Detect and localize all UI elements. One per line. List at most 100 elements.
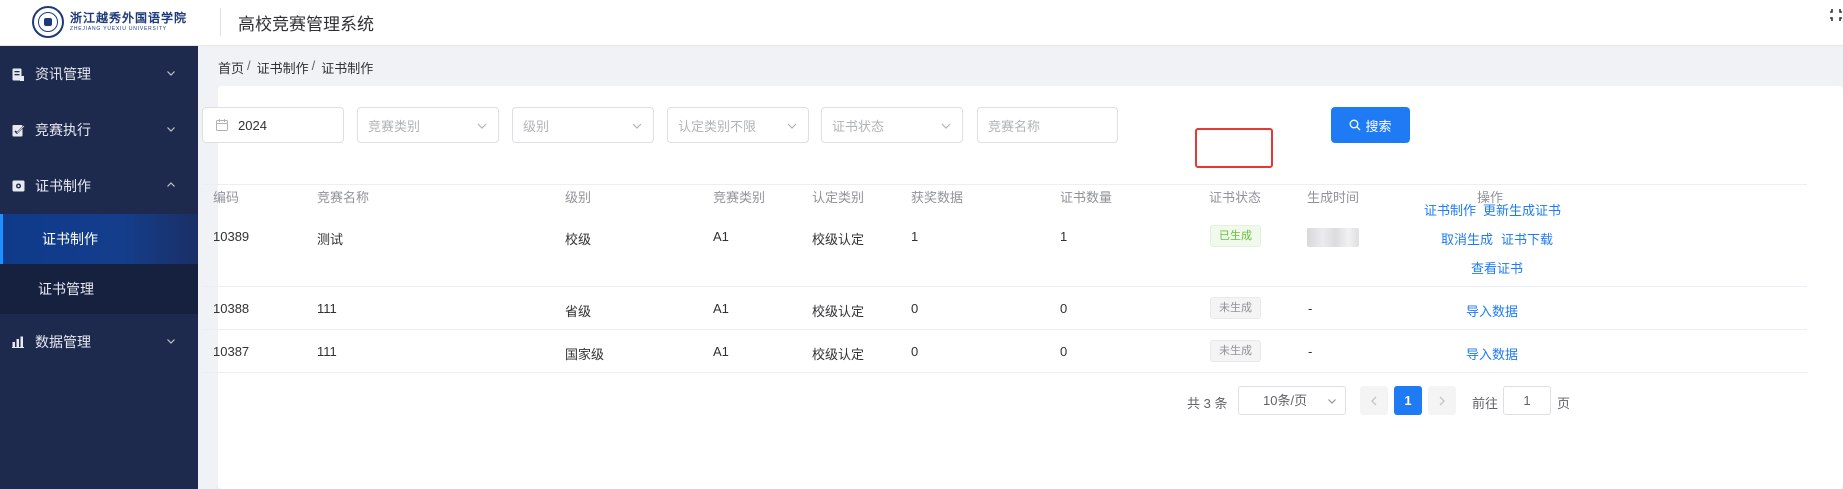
highlight-box [1195,128,1273,168]
cell-cert-count: 1 [1060,229,1068,244]
header-divider [220,8,221,36]
page-size-select[interactable]: 10条/页 [1238,386,1346,415]
goto-suffix: 页 [1557,396,1571,411]
chevron-down-icon [167,127,175,132]
breadcrumb-parent[interactable]: 证书制作 [257,58,309,77]
cell-code: 10389 [213,229,250,244]
logo-name-en: ZHEJIANG YUEXIU UNIVERSITY [70,26,167,32]
sidebar-item-label: 竞赛执行 [35,122,91,138]
cancel-generation-link[interactable]: 取消生成 [1441,229,1493,248]
table-divider [202,286,1807,287]
sidebar-subitem-certificate-manage[interactable]: 证书管理 [0,264,198,314]
sidebar-item-execution[interactable]: 竞赛执行 [0,102,198,158]
import-data-link[interactable]: 导入数据 [1466,344,1518,363]
sidebar-item-label: 证书制作 [35,178,91,194]
next-page-button[interactable] [1428,386,1456,415]
university-logo[interactable]: 浙江越秀外国语学院 ZHEJIANG YUEXIU UNIVERSITY [32,4,187,40]
status-badge: 未生成 [1210,340,1261,362]
page-size-value: 10条/页 [1263,393,1308,408]
sidebar-item-certificate[interactable]: 证书制作 [0,158,198,214]
cell-generated-at: - [1308,301,1313,316]
certificate-icon [11,179,25,193]
make-certificate-link[interactable]: 证书制作 [1424,200,1476,219]
cell-code: 10388 [213,301,250,316]
sidebar-item-data[interactable]: 数据管理 [0,314,198,370]
cell-name: 111 [317,301,337,316]
column-header: 竞赛名称 [317,190,370,205]
cell-code: 10387 [213,344,250,359]
column-header: 生成时间 [1307,190,1360,205]
recognition-type-placeholder: 认定类别不限 [678,118,757,134]
university-seal-icon [32,6,64,38]
edit-icon [11,123,25,137]
search-button-label: 搜索 [1365,118,1392,134]
column-header: 获奖数据 [911,190,964,205]
download-certificate-link[interactable]: 证书下载 [1501,229,1553,248]
fullscreen-icon[interactable] [1830,8,1842,22]
cell-name: 测试 [317,232,344,247]
chevron-down-icon [477,123,487,129]
competition-type-select[interactable]: 竞赛类别 [357,107,499,143]
cell-award-count: 0 [911,344,919,359]
prev-page-button[interactable] [1360,386,1388,415]
certificate-status-select[interactable]: 证书状态 [821,107,963,143]
sidebar: 资讯管理 竞赛执行 证书制作 证书制作 证书管理 数据管理 [0,46,198,489]
cell-award-count: 1 [911,229,919,244]
chevron-down-icon [787,123,797,129]
redacted-generated-time [1307,228,1359,247]
level-placeholder: 级别 [523,118,550,134]
column-header: 认定类别 [812,190,865,205]
page-number-current[interactable]: 1 [1394,386,1422,415]
cell-category: A1 [713,344,729,359]
breadcrumb-separator: / [247,58,251,73]
chevron-down-icon [941,123,951,129]
table-divider [202,372,1807,373]
chevron-up-icon [167,182,175,187]
cell-recognition: 校级认定 [812,304,865,319]
sidebar-subitem-certificate-make[interactable]: 证书制作 [0,214,198,264]
column-header: 证书状态 [1209,190,1262,205]
column-header: 编码 [213,190,240,205]
level-select[interactable]: 级别 [512,107,654,143]
column-header: 级别 [565,190,592,205]
competition-name-input[interactable]: 竞赛名称 [977,107,1118,143]
chevron-down-icon [632,123,642,129]
cell-category: A1 [713,229,729,244]
goto-page-input[interactable]: 1 [1503,386,1551,415]
import-data-link[interactable]: 导入数据 [1466,301,1518,320]
year-picker[interactable]: 2024 [202,107,344,143]
logo-name-cn: 浙江越秀外国语学院 [70,11,188,25]
column-header: 证书数量 [1060,190,1113,205]
table-divider [202,329,1807,330]
main-content-card: 2024 竞赛类别 级别 认定类别不限 证书状态 竞赛名称 搜索 编码 竞赛名称… [202,86,1843,489]
news-icon [11,67,25,81]
breadcrumb-home[interactable]: 首页 [218,58,244,77]
status-badge: 已生成 [1210,225,1261,247]
view-certificate-link[interactable]: 查看证书 [1471,258,1523,277]
cell-category: A1 [713,301,729,316]
table-divider [202,184,1807,185]
chevron-down-icon [167,339,175,344]
cell-award-count: 0 [911,301,919,316]
sidebar-subitem-label: 证书管理 [38,281,94,297]
cell-level: 国家级 [565,347,605,362]
sidebar-item-news[interactable]: 资讯管理 [0,46,198,102]
regenerate-certificate-link[interactable]: 更新生成证书 [1483,200,1561,219]
chevron-down-icon [167,71,175,76]
cell-cert-count: 0 [1060,301,1068,316]
competition-type-placeholder: 竞赛类别 [368,118,421,134]
cell-level: 校级 [565,232,592,247]
year-value: 2024 [238,117,267,133]
cell-recognition: 校级认定 [812,232,865,247]
search-icon [1350,119,1361,131]
recognition-type-select[interactable]: 认定类别不限 [667,107,809,143]
search-button[interactable]: 搜索 [1331,107,1410,143]
app-title: 高校竞赛管理系统 [238,15,374,34]
cell-name: 111 [317,344,337,359]
sidebar-item-label: 数据管理 [35,334,91,350]
cell-generated-at: - [1308,344,1313,359]
breadcrumb: 首页 / 证书制作 / 证书制作 [218,58,373,77]
cell-cert-count: 0 [1060,344,1068,359]
cell-recognition: 校级认定 [812,347,865,362]
status-badge: 未生成 [1210,297,1261,319]
